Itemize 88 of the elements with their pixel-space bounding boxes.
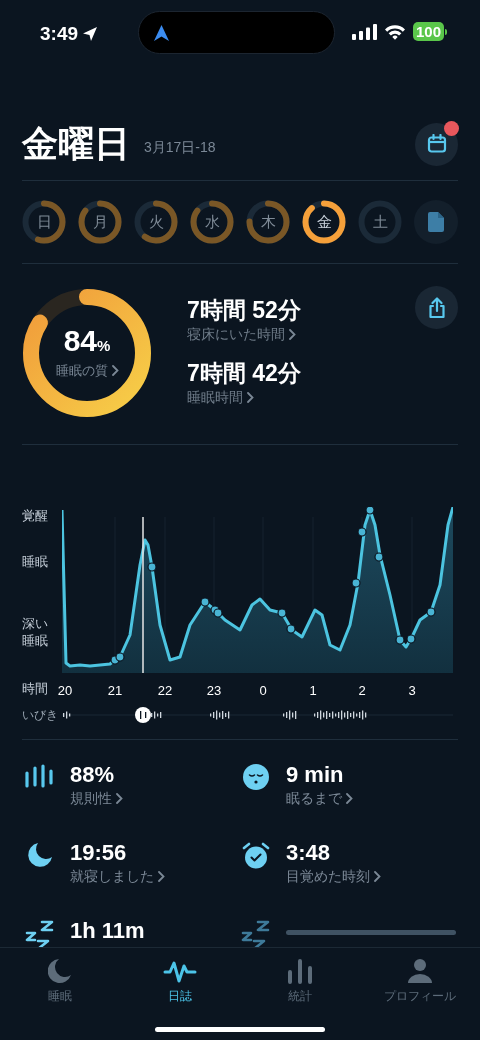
calendar-icon [426,134,447,154]
battery-level: 100 [413,22,445,41]
day-ring-button[interactable]: 木 [246,200,290,244]
progress-ring [302,200,346,244]
alarm-clock-icon [242,842,270,870]
axis-label: 覚醒 [22,507,49,524]
data-point [200,597,210,607]
axis-label: 睡眠 [22,553,49,570]
day-ring-button[interactable]: 土 [358,200,402,244]
tick-label: 1 [309,682,317,700]
calendar-button[interactable] [415,122,458,166]
chevron-icon [289,329,296,340]
tick-label: 23 [206,682,222,700]
data-point [374,552,384,562]
zzz-icon [24,920,56,947]
data-point [286,624,296,634]
quality-value: 84 [63,325,97,356]
quality-unit: % [97,336,111,356]
metric-link[interactable]: 寝床にいた時間 [187,324,301,345]
data-point [147,562,157,572]
snore-label: いびき [22,707,59,724]
progress-ring [246,200,290,244]
data-point [115,652,125,662]
navigation-icon [154,24,169,41]
data-point [406,634,416,644]
progress-ring [358,200,402,244]
zzz-icon [240,920,272,947]
quality-link[interactable]: 睡眠の質 [55,361,119,381]
tab[interactable]: 睡眠 [0,958,120,1004]
chevron-icon [111,365,119,377]
data-point [365,507,375,515]
chevron-icon [158,871,165,882]
day-ring-button[interactable]: 月 [78,200,122,244]
metric-value: 7時間 52分 [187,296,301,324]
tick-label: 20 [57,682,73,700]
person-icon [408,958,432,984]
progress-ring [190,200,234,244]
chevron-icon [374,871,381,882]
day-ring-button[interactable]: 火 [134,200,178,244]
metric-value: 7時間 42分 [187,359,301,387]
axis-label: 深い睡眠 [22,615,49,649]
wifi-icon [384,23,406,40]
chevron-icon [247,392,254,403]
signal-icon [352,23,377,40]
tick-label: 2 [358,682,366,700]
tick-label: 21 [107,682,123,700]
tick-label: 22 [157,682,173,700]
bars-icon [24,764,56,788]
moon-icon [27,842,53,868]
share-button[interactable] [415,286,458,329]
moon-icon [48,958,72,984]
day-ring-button[interactable]: 水 [190,200,234,244]
day-ring-button[interactable]: 日 [22,200,66,244]
location-icon [82,26,99,43]
progress-ring [134,200,178,244]
document-icon [428,212,444,232]
metric-link[interactable]: 睡眠時間 [187,387,301,408]
date-range: 3月17日-18 [144,137,216,157]
stat-value: 19:56 [70,840,128,866]
tick-label: 3 [408,682,416,700]
stat-link[interactable]: 就寝しました [70,866,240,887]
day-ring-button[interactable]: 金 [302,200,346,244]
day-title: 金曜日 [22,126,130,162]
data-point [426,607,436,617]
stat-link[interactable]: 規則性 [70,788,240,809]
data-point [351,578,361,588]
status-time: 3:49 [40,22,79,46]
stat-link[interactable]: 眠るまで [286,788,456,809]
stat-link[interactable]: 目覚めた時刻 [286,866,456,887]
stat-value: 3:48 [286,840,332,866]
data-point [277,608,287,618]
tab[interactable]: 日誌 [120,958,240,1004]
tab[interactable]: 統計 [240,958,360,1004]
stat-value: 88% [70,762,116,788]
report-button[interactable] [414,200,458,244]
data-point [357,527,367,537]
chevron-icon [346,793,353,804]
share-icon [426,296,447,319]
chevron-icon [116,793,123,804]
progress-ring [78,200,122,244]
stat-value: 1h 11m [70,918,146,944]
bar-chart-icon [287,958,313,984]
data-point [395,635,405,645]
tick-label: 0 [259,682,267,700]
sleepy-face-icon [243,764,269,790]
progress-ring [22,200,66,244]
tab[interactable]: プロフィール [360,958,480,1004]
stat-value: 9 min [286,762,345,788]
